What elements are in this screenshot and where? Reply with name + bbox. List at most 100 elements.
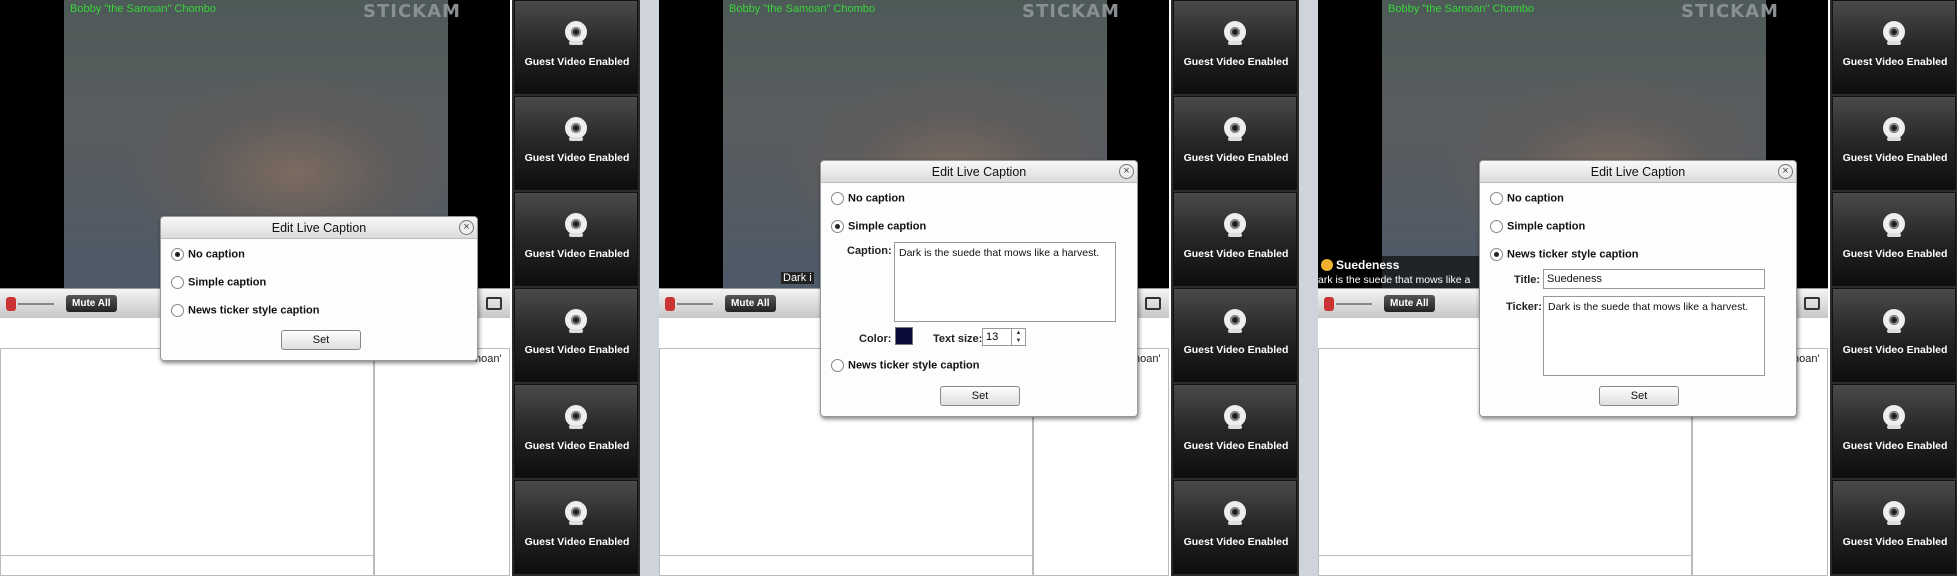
webcam-icon bbox=[1883, 21, 1905, 45]
broadcaster-name: Bobby "the Samoan" Chombo bbox=[729, 3, 876, 15]
radio-simple-caption[interactable]: Simple caption bbox=[1490, 220, 1585, 233]
guest-tile[interactable]: Guest Video Enabled bbox=[1173, 0, 1297, 94]
edit-live-caption-dialog: Edit Live Caption × No caption Simple ca… bbox=[1479, 160, 1797, 417]
radio-icon[interactable] bbox=[831, 359, 844, 372]
color-swatch[interactable] bbox=[895, 327, 913, 345]
guest-tile[interactable]: Guest Video Enabled bbox=[514, 288, 638, 382]
guest-tile[interactable]: Guest Video Enabled bbox=[1173, 192, 1297, 286]
radio-news-ticker[interactable]: News ticker style caption bbox=[831, 359, 979, 372]
webcam-icon bbox=[565, 117, 587, 141]
radio-no-caption[interactable]: No caption bbox=[1490, 192, 1564, 205]
broadcaster-name: Bobby "the Samoan" Chombo bbox=[1388, 3, 1535, 15]
mute-all-button[interactable]: Mute All bbox=[1384, 295, 1435, 312]
radio-icon[interactable] bbox=[831, 192, 844, 205]
tv-icon[interactable] bbox=[486, 297, 502, 310]
webcam-icon bbox=[1224, 309, 1246, 333]
text-size-stepper[interactable]: 13 ▲ ▼ bbox=[982, 328, 1026, 346]
ticker-textarea[interactable]: Dark is the suede that mows like a harve… bbox=[1543, 296, 1765, 376]
guest-tile[interactable]: Guest Video Enabled bbox=[514, 0, 638, 94]
ticker-text: ark is the suede that mows like a bbox=[1318, 274, 1471, 286]
radio-news-ticker[interactable]: News ticker style caption bbox=[171, 304, 319, 317]
guest-tile-label: Guest Video Enabled bbox=[524, 248, 630, 260]
radio-label: No caption bbox=[188, 248, 245, 261]
webcam-icon bbox=[1224, 213, 1246, 237]
guest-tile-label: Guest Video Enabled bbox=[1842, 536, 1948, 548]
close-icon[interactable]: × bbox=[1119, 164, 1134, 179]
radio-selected-icon[interactable] bbox=[171, 248, 184, 261]
close-icon[interactable]: × bbox=[1778, 164, 1793, 179]
guest-tile[interactable]: Guest Video Enabled bbox=[1832, 384, 1956, 478]
chat-input[interactable] bbox=[660, 555, 1034, 575]
close-icon[interactable]: × bbox=[459, 220, 474, 235]
panel-simple-caption: Bobby "the Samoan" Chombo STICKAM Dark i… bbox=[659, 0, 1299, 576]
set-button[interactable]: Set bbox=[940, 386, 1020, 406]
guest-tile[interactable]: Guest Video Enabled bbox=[1832, 192, 1956, 286]
radio-selected-icon[interactable] bbox=[1490, 248, 1503, 261]
radio-label: Simple caption bbox=[848, 220, 927, 233]
guest-tile[interactable]: Guest Video Enabled bbox=[1832, 96, 1956, 190]
stickam-logo: STICKAM bbox=[363, 1, 461, 22]
mute-all-button[interactable]: Mute All bbox=[725, 295, 776, 312]
guest-tile-label: Guest Video Enabled bbox=[524, 440, 630, 452]
guest-tile[interactable]: Guest Video Enabled bbox=[1832, 0, 1956, 94]
volume-slider[interactable] bbox=[1336, 303, 1372, 305]
guest-tile[interactable]: Guest Video Enabled bbox=[1173, 288, 1297, 382]
webcam-icon bbox=[565, 405, 587, 429]
radio-icon[interactable] bbox=[1490, 220, 1503, 233]
set-button[interactable]: Set bbox=[281, 330, 361, 350]
webcam-icon bbox=[565, 213, 587, 237]
radio-no-caption[interactable]: No caption bbox=[171, 248, 245, 261]
radio-icon[interactable] bbox=[171, 304, 184, 317]
user-list-item[interactable]: hoan' bbox=[475, 353, 502, 365]
volume-icon[interactable] bbox=[665, 297, 675, 311]
radio-icon[interactable] bbox=[1490, 192, 1503, 205]
volume-slider[interactable] bbox=[18, 303, 54, 305]
guest-tile[interactable]: Guest Video Enabled bbox=[514, 480, 638, 574]
guest-tile-label: Guest Video Enabled bbox=[1842, 56, 1948, 68]
volume-slider[interactable] bbox=[677, 303, 713, 305]
panel-no-caption: Bobby "the Samoan" Chombo STICKAM Mute A… bbox=[0, 0, 640, 576]
mute-all-button[interactable]: Mute All bbox=[66, 295, 117, 312]
radio-simple-caption[interactable]: Simple caption bbox=[831, 220, 926, 233]
guest-tile[interactable]: Guest Video Enabled bbox=[514, 96, 638, 190]
guest-tile-label: Guest Video Enabled bbox=[524, 152, 630, 164]
guest-tile[interactable]: Guest Video Enabled bbox=[1832, 288, 1956, 382]
guest-tile[interactable]: Guest Video Enabled bbox=[1173, 384, 1297, 478]
radio-news-ticker[interactable]: News ticker style caption bbox=[1490, 248, 1638, 261]
stickam-logo: STICKAM bbox=[1681, 1, 1779, 22]
guest-tile-label: Guest Video Enabled bbox=[524, 344, 630, 356]
caption-textarea[interactable]: Dark is the suede that mows like a harve… bbox=[894, 242, 1116, 322]
radio-simple-caption[interactable]: Simple caption bbox=[171, 276, 266, 289]
chat-area[interactable] bbox=[0, 348, 375, 576]
user-list: hoan' bbox=[374, 348, 510, 576]
chat-input[interactable] bbox=[1319, 555, 1693, 575]
tv-icon[interactable] bbox=[1145, 297, 1161, 310]
set-button[interactable]: Set bbox=[1599, 386, 1679, 406]
webcam-icon bbox=[565, 501, 587, 525]
radio-no-caption[interactable]: No caption bbox=[831, 192, 905, 205]
stickam-logo: STICKAM bbox=[1022, 1, 1120, 22]
guest-tile[interactable]: Guest Video Enabled bbox=[1173, 480, 1297, 574]
webcam-icon bbox=[565, 309, 587, 333]
dialog-title: Edit Live Caption bbox=[1480, 161, 1796, 183]
tv-icon[interactable] bbox=[1804, 297, 1820, 310]
webcam-icon bbox=[565, 21, 587, 45]
guest-tile[interactable]: Guest Video Enabled bbox=[1832, 480, 1956, 574]
chat-input[interactable] bbox=[1, 555, 375, 575]
radio-label: News ticker style caption bbox=[848, 359, 980, 372]
guest-tile[interactable]: Guest Video Enabled bbox=[514, 192, 638, 286]
guest-tile-label: Guest Video Enabled bbox=[1842, 248, 1948, 260]
radio-icon[interactable] bbox=[171, 276, 184, 289]
dialog-title: Edit Live Caption bbox=[161, 217, 477, 239]
guest-tile-label: Guest Video Enabled bbox=[1183, 152, 1289, 164]
guest-tile[interactable]: Guest Video Enabled bbox=[514, 384, 638, 478]
stepper-arrows-icon[interactable]: ▲ ▼ bbox=[1011, 329, 1025, 345]
radio-label: News ticker style caption bbox=[188, 304, 320, 317]
radio-selected-icon[interactable] bbox=[831, 220, 844, 233]
volume-icon[interactable] bbox=[1324, 297, 1334, 311]
guest-tile[interactable]: Guest Video Enabled bbox=[1173, 96, 1297, 190]
title-label: Title: bbox=[1514, 274, 1541, 286]
volume-icon[interactable] bbox=[6, 297, 16, 311]
title-input[interactable]: Suedeness bbox=[1543, 269, 1765, 289]
radio-label: News ticker style caption bbox=[1507, 248, 1639, 261]
